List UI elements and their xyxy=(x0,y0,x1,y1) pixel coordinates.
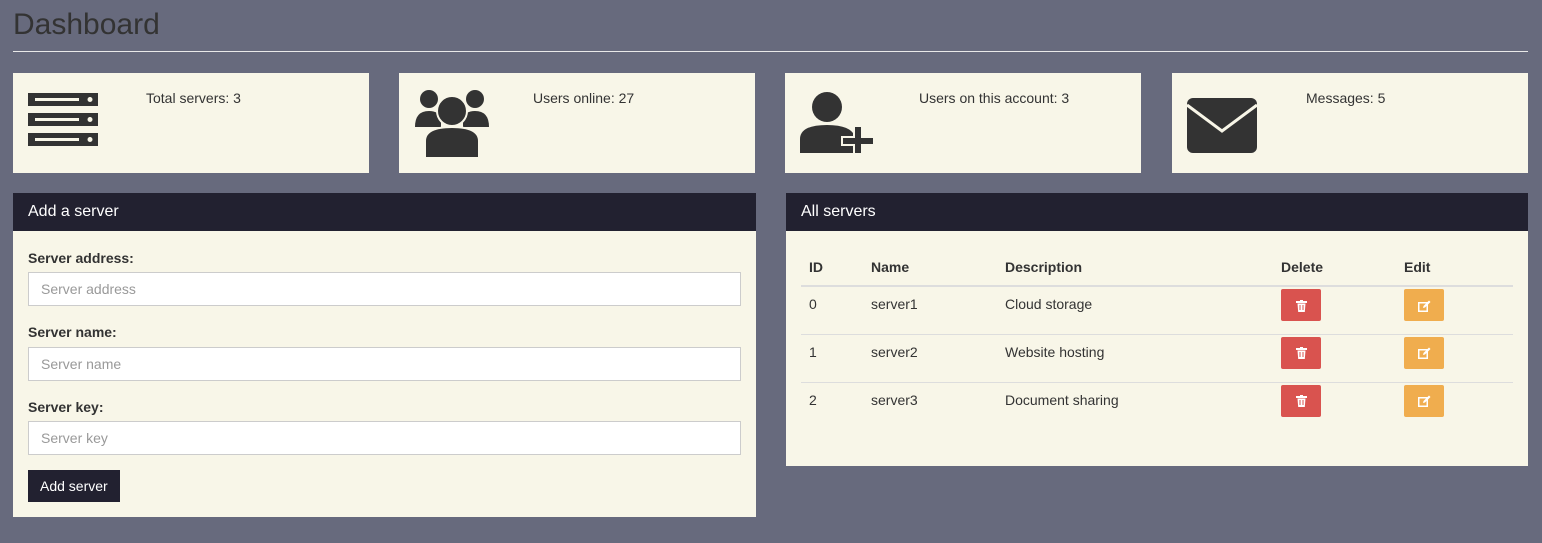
column-header-delete: Delete xyxy=(1273,248,1396,287)
stat-card-servers: Total servers: 3 xyxy=(13,73,369,173)
server-description: Document sharing xyxy=(1005,391,1119,408)
page-title: Dashboard xyxy=(13,8,160,41)
panel-header: All servers xyxy=(786,193,1528,231)
stat-card-users-online: Users online: 27 xyxy=(399,73,755,173)
table-row: 2 server3 Document sharing xyxy=(801,382,1513,430)
server-name: server2 xyxy=(863,334,997,383)
table-header-row: ID Name Description Delete Edit xyxy=(801,248,1513,287)
edit-button[interactable] xyxy=(1404,289,1444,321)
stat-text: Messages: 5 xyxy=(1306,90,1386,106)
server-key-label: Server key: xyxy=(28,399,104,415)
server-address-label: Server address: xyxy=(28,250,134,266)
server-description: Cloud storage xyxy=(997,286,1273,335)
server-name: server3 xyxy=(871,391,918,408)
add-server-button[interactable]: Add server xyxy=(28,470,120,502)
servers-table: ID Name Description Delete Edit 0 server… xyxy=(801,248,1513,430)
server-name: server1 xyxy=(863,286,997,335)
delete-button[interactable] xyxy=(1281,384,1321,417)
edit-button[interactable] xyxy=(1404,384,1444,417)
trash-icon xyxy=(1295,347,1307,360)
server-id: 2 xyxy=(809,391,817,408)
column-header-description: Description xyxy=(997,248,1273,287)
server-id: 0 xyxy=(801,286,863,335)
edit-icon xyxy=(1417,300,1430,312)
trash-icon xyxy=(1295,299,1307,312)
user-plus-icon xyxy=(800,92,875,154)
envelope-icon xyxy=(1186,98,1258,153)
edit-icon xyxy=(1417,395,1430,408)
column-header-name: Name xyxy=(863,248,997,287)
delete-button[interactable] xyxy=(1281,289,1321,321)
add-server-panel: Add a server Server address: Server name… xyxy=(13,193,756,517)
column-header-edit: Edit xyxy=(1396,248,1513,287)
server-name-label: Server name: xyxy=(28,324,117,340)
table-row: 0 server1 Cloud storage xyxy=(801,286,1513,335)
server-icon xyxy=(28,93,98,146)
server-name-input[interactable] xyxy=(28,347,741,381)
stat-text: Users online: 27 xyxy=(533,90,635,106)
trash-icon xyxy=(1295,395,1307,408)
server-key-input[interactable] xyxy=(28,421,741,455)
stat-text: Users on this account: 3 xyxy=(919,90,1070,106)
panel-header: Add a server xyxy=(13,193,756,231)
server-address-input[interactable] xyxy=(28,272,741,306)
server-description: Website hosting xyxy=(997,334,1273,383)
all-servers-panel: All servers ID Name Description Delete E… xyxy=(786,193,1528,466)
edit-button[interactable] xyxy=(1404,336,1444,369)
title-divider xyxy=(13,51,1528,52)
stat-card-messages: Messages: 5 xyxy=(1172,73,1528,173)
stat-card-users-account: Users on this account: 3 xyxy=(785,73,1141,173)
column-header-id: ID xyxy=(801,248,863,287)
delete-button[interactable] xyxy=(1281,336,1321,369)
edit-icon xyxy=(1417,347,1430,360)
table-row: 1 server2 Website hosting xyxy=(801,334,1513,383)
users-icon xyxy=(415,90,489,159)
stat-text: Total servers: 3 xyxy=(146,90,241,106)
server-id: 1 xyxy=(801,334,863,383)
